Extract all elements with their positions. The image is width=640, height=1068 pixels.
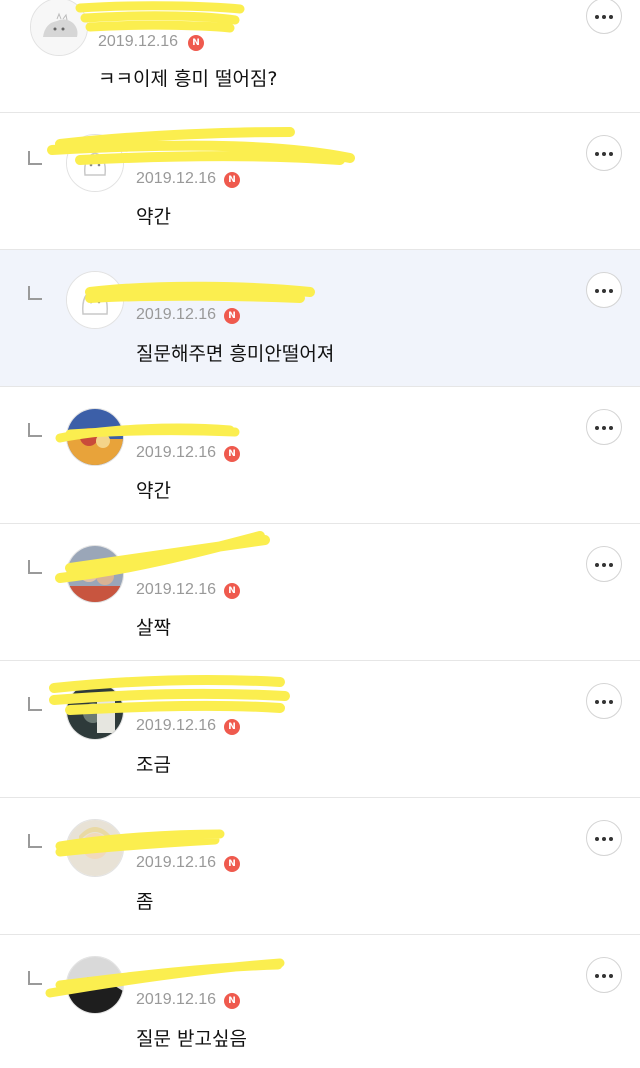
comment-text: 약간 (136, 480, 171, 502)
more-horizontal-icon (595, 974, 599, 978)
reply-item: 2019.12.16 N 조금 (0, 661, 640, 797)
comment-date: 2019.12.16 (136, 581, 217, 598)
more-horizontal-icon (595, 700, 599, 704)
more-horizontal-icon (595, 563, 599, 567)
avatar[interactable] (66, 408, 124, 466)
reply-arrow-icon (28, 286, 42, 300)
reply-arrow-icon (28, 697, 42, 711)
more-horizontal-icon (595, 426, 599, 430)
avatar[interactable] (30, 0, 88, 56)
avatar[interactable] (66, 682, 124, 740)
more-options-button[interactable] (586, 683, 622, 719)
more-options-button[interactable] (586, 0, 622, 34)
more-horizontal-icon (595, 837, 599, 841)
comment-date: 2019.12.16 (136, 444, 217, 461)
reply-item: 2019.12.16 N 질문해주면 흥미안떨어져 (0, 250, 640, 386)
reply-item: 2019.12.16 N 좀 (0, 798, 640, 934)
comment-date: 2019.12.16 (136, 854, 217, 871)
new-badge: N (224, 446, 240, 462)
new-badge: N (224, 993, 240, 1009)
comment-date: 2019.12.16 (136, 991, 217, 1008)
more-options-button[interactable] (586, 409, 622, 445)
more-options-button[interactable] (586, 272, 622, 308)
new-badge: N (224, 172, 240, 188)
avatar[interactable] (66, 956, 124, 1014)
reply-arrow-icon (28, 834, 42, 848)
more-horizontal-icon (595, 15, 599, 19)
more-options-button[interactable] (586, 546, 622, 582)
more-horizontal-icon (595, 152, 599, 156)
reply-item: 2019.12.16 N 살짝 (0, 524, 640, 660)
comment-date: 2019.12.16 (136, 170, 217, 187)
new-badge: N (224, 583, 240, 599)
more-options-button[interactable] (586, 135, 622, 171)
comment-item: 2019.12.16 N ㅋㅋ이제 흥미 떨어짐? (0, 0, 640, 112)
more-options-button[interactable] (586, 957, 622, 993)
avatar[interactable] (66, 545, 124, 603)
avatar[interactable] (66, 271, 124, 329)
reply-arrow-icon (28, 151, 42, 165)
comment-text: 질문 받고싶음 (136, 1028, 247, 1050)
reply-arrow-icon (28, 423, 42, 437)
comment-date: 2019.12.16 (98, 33, 179, 50)
new-badge: N (224, 308, 240, 324)
new-badge: N (188, 35, 204, 51)
reply-arrow-icon (28, 971, 42, 985)
comment-text: 좀 (136, 891, 154, 913)
comment-text: 약간 (136, 206, 171, 228)
more-options-button[interactable] (586, 820, 622, 856)
comment-text: 질문해주면 흥미안떨어져 (136, 343, 335, 365)
reply-item: 2019.12.16 N 질문 받고싶음 (0, 935, 640, 1068)
reply-arrow-icon (28, 560, 42, 574)
reply-item: 2019.12.16 N 약간 (0, 113, 640, 249)
avatar[interactable] (66, 134, 124, 192)
new-badge: N (224, 719, 240, 735)
comment-text: 조금 (136, 754, 171, 776)
comment-date: 2019.12.16 (136, 306, 217, 323)
comment-text: ㅋㅋ이제 흥미 떨어짐? (98, 68, 278, 90)
avatar[interactable] (66, 819, 124, 877)
comment-text: 살짝 (136, 617, 171, 639)
more-horizontal-icon (595, 289, 599, 293)
new-badge: N (224, 856, 240, 872)
comment-date: 2019.12.16 (136, 717, 217, 734)
reply-item: 2019.12.16 N 약간 (0, 387, 640, 523)
